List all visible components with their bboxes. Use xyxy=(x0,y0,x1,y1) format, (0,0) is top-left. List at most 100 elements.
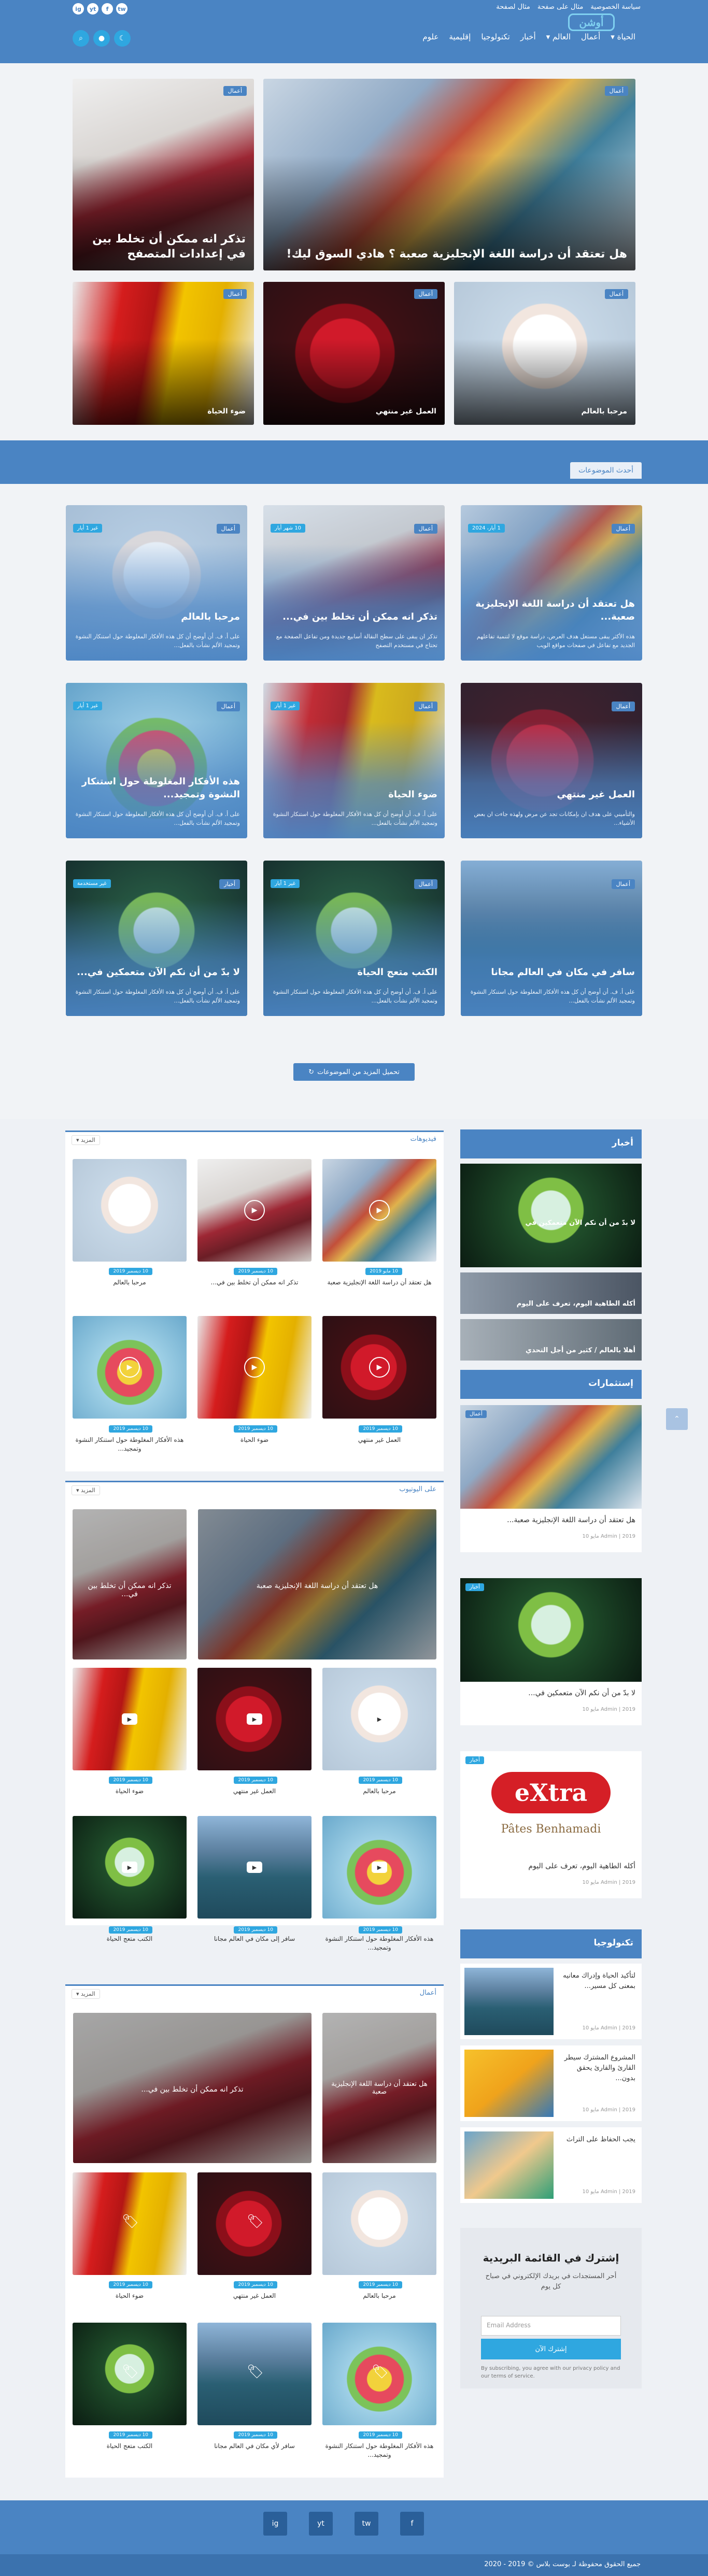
video-caption[interactable]: ضوء الحياة xyxy=(197,1436,311,1444)
youtube-feature[interactable]: هل تعتقد أن دراسة اللغة الإنجليزية صعبة xyxy=(198,1509,436,1659)
card-title[interactable]: الكتب متعج الحياة xyxy=(271,966,437,979)
card-title[interactable]: تذكر انه ممكن أن تخلط بين في... xyxy=(271,611,437,623)
feature-title[interactable]: هل تعتقد أن دراسة اللغة الإنجليزية صعبة xyxy=(208,1582,426,1590)
nav-life[interactable]: الحياة ▾ xyxy=(611,32,635,41)
hero-small-2[interactable]: أعمال العمل غير منتهي xyxy=(263,282,445,425)
news-item[interactable]: لا بدّ من أن نكم الآن متعمكين في xyxy=(460,1164,642,1267)
category-badge[interactable]: أعمال xyxy=(414,702,437,711)
investment-item[interactable]: أعمال هل تعتقد أن دراسة اللغة الإنجليزية… xyxy=(460,1405,642,1552)
nav-world[interactable]: العالم ▾ xyxy=(546,32,571,41)
youtube-play-icon[interactable]: ▶ xyxy=(122,1713,137,1725)
card-title[interactable]: العمل غير منتهي xyxy=(468,789,635,801)
twitter-icon[interactable]: tw xyxy=(116,3,128,15)
nav-news[interactable]: أخبار xyxy=(520,32,536,41)
search-icon[interactable]: ⌕ xyxy=(73,30,89,47)
post-caption[interactable]: هذه الأفكار المغلوطة حول استنكار النشوة … xyxy=(322,2442,436,2459)
post-thumb[interactable]: 🏷 xyxy=(73,2172,187,2275)
play-icon[interactable]: ▶ xyxy=(119,1357,140,1378)
post-thumb[interactable]: 🏷 xyxy=(197,2172,311,2275)
post-card[interactable]: أعمال 10 شهر أيار تذكر انه ممكن أن تخلط … xyxy=(263,505,445,661)
youtube-play-icon[interactable]: ▶ xyxy=(247,1862,262,1873)
instagram-icon[interactable]: ig xyxy=(263,2512,287,2536)
facebook-icon[interactable]: f xyxy=(400,2512,424,2536)
post-thumb[interactable]: 🏷 xyxy=(322,2172,436,2275)
category-badge[interactable]: أعمال xyxy=(611,702,635,711)
post-card[interactable]: أخبار غير مستخدمة لا بدّ من أن نكم الآن … xyxy=(66,861,247,1016)
category-badge[interactable]: أعمال xyxy=(604,289,628,299)
hero-title[interactable]: مرحبا بالعالم xyxy=(462,407,627,417)
video-caption[interactable]: هل تعتقد أن دراسة اللغة الإنجليزية صعبة xyxy=(322,1278,436,1287)
video-thumb[interactable]: ▶ xyxy=(322,1816,436,1919)
play-icon[interactable]: ▶ xyxy=(119,1200,140,1221)
video-caption[interactable]: تذكر انه ممكن أن تخلط بين في... xyxy=(197,1278,311,1287)
load-more-button[interactable]: تحميل المزيد من الموضوعات ↻ xyxy=(293,1063,415,1081)
category-badge[interactable]: أعمال xyxy=(223,289,247,299)
post-card[interactable]: أعمال غير 1 أيار هذه الأفكار المغلوطة حو… xyxy=(66,683,247,838)
card-title[interactable]: مرحبا بالعالم xyxy=(73,611,240,623)
hero-small-1[interactable]: أعمال مرحبا بالعالم xyxy=(454,282,635,425)
video-thumb[interactable]: ▶ xyxy=(322,1159,436,1262)
video-caption[interactable]: مرحبا بالعالم xyxy=(73,1278,187,1287)
video-caption[interactable]: مرحبا بالعالم xyxy=(322,1787,436,1796)
feature-title[interactable]: هل تعتقد أن دراسة اللغة الإنجليزية صعبة xyxy=(330,2080,429,2096)
investment-image[interactable]: eXtra Pâtes Benhamadi xyxy=(460,1751,642,1855)
post-caption[interactable]: ضوء الحياة xyxy=(73,2292,187,2300)
video-thumb[interactable]: ▶ xyxy=(322,1316,436,1419)
video-caption[interactable]: الكتب متعج الحياة xyxy=(73,1935,187,1943)
post-card[interactable]: أعمال غير 1 أيار ضوء الحياة على أ. ف. أن… xyxy=(263,683,445,838)
category-badge[interactable]: أعمال xyxy=(216,702,240,711)
nav-technology[interactable]: تكنولوجيا xyxy=(481,32,509,41)
more-button[interactable]: المزيد ▾ xyxy=(72,1485,100,1495)
investment-item[interactable]: eXtra Pâtes Benhamadi أخبار أكله الطاهية… xyxy=(460,1751,642,1898)
news-item[interactable]: أهلا بالعالم / كثير من أجل التحدي xyxy=(460,1319,642,1361)
nav-science[interactable]: علوم xyxy=(422,32,438,41)
instagram-icon[interactable]: ig xyxy=(73,3,84,15)
video-thumb[interactable]: ▶ xyxy=(197,1159,311,1262)
category-badge[interactable]: أعمال xyxy=(611,524,635,534)
investment-title[interactable]: أكله الطاهية اليوم، تعرف على اليوم xyxy=(466,1862,635,1870)
post-card[interactable]: أعمال العمل غير منتهي والتأميني على هدف … xyxy=(461,683,642,838)
feature-title[interactable]: تذكر انه ممكن أن تخلط بين في... xyxy=(83,2085,301,2094)
twitter-icon[interactable]: tw xyxy=(355,2512,378,2536)
business-feature[interactable]: هل تعتقد أن دراسة اللغة الإنجليزية صعبة xyxy=(322,2013,436,2163)
youtube-feature[interactable]: تذكر انه ممكن أن تخلط بين في... xyxy=(73,1509,187,1659)
category-badge[interactable]: أخبار xyxy=(219,879,240,889)
tech-image[interactable] xyxy=(464,2050,554,2117)
category-badge[interactable]: أعمال xyxy=(611,879,635,889)
box-title[interactable]: أعمال xyxy=(420,1989,436,1997)
video-thumb[interactable]: ▶ xyxy=(73,1159,187,1262)
video-caption[interactable]: هذه الأفكار المغلوطة حول استنكار النشوة … xyxy=(322,1935,436,1952)
category-badge[interactable]: أخبار xyxy=(465,1756,484,1764)
card-title[interactable]: سافر في مكان في العالم مجانا xyxy=(468,966,635,979)
tech-item[interactable]: المشروع المشترك سيطر القارئ والقارئ يحقق… xyxy=(460,2045,642,2121)
video-caption[interactable]: سافر إلى مكان في العالم مجانا xyxy=(197,1935,311,1943)
video-thumb[interactable]: ▶ xyxy=(73,1668,187,1770)
category-badge[interactable]: أعمال xyxy=(414,879,437,889)
category-badge[interactable]: أعمال xyxy=(223,86,247,96)
video-caption[interactable]: العمل غير منتهي xyxy=(197,1787,311,1796)
card-title[interactable]: ضوء الحياة xyxy=(271,789,437,801)
video-thumb[interactable]: ▶ xyxy=(322,1668,436,1770)
play-icon[interactable]: ▶ xyxy=(369,1357,390,1378)
investment-image[interactable] xyxy=(460,1405,642,1509)
post-card[interactable]: أعمال غير 1 أيار الكتب متعج الحياة على أ… xyxy=(263,861,445,1016)
hero-feature-main[interactable]: أعمال هل تعتقد أن دراسة اللغة الإنجليزية… xyxy=(263,79,635,270)
investment-title[interactable]: هل تعتقد أن دراسة اللغة الإنجليزية صعبة.… xyxy=(466,1516,635,1524)
video-thumb[interactable]: ▶ xyxy=(197,1316,311,1419)
site-logo[interactable]: أوشن xyxy=(568,13,615,31)
news-item[interactable]: أكله الطاهية اليوم، تعرف على اليوم xyxy=(460,1272,642,1314)
youtube-play-icon[interactable]: ▶ xyxy=(372,1862,387,1873)
post-caption[interactable]: الكتب متعج الحياة xyxy=(73,2442,187,2451)
news-title[interactable]: أكله الطاهية اليوم، تعرف على اليوم xyxy=(466,1300,635,1308)
user-icon[interactable]: ● xyxy=(93,30,110,47)
video-thumb[interactable]: ▶ xyxy=(197,1816,311,1919)
feature-title[interactable]: تذكر انه ممكن أن تخلط بين في... xyxy=(80,1582,179,1598)
tech-item[interactable]: يجب الحفاظ على التراث Admin | 2019 مايو … xyxy=(460,2127,642,2203)
video-caption[interactable]: هذه الأفكار المغلوطة حول استنكار النشوة … xyxy=(73,1436,187,1453)
category-badge[interactable]: أخبار xyxy=(465,1583,484,1591)
post-card[interactable]: أعمال 1 أيار، 2024 هل تعتقد أن دراسة الل… xyxy=(461,505,642,661)
youtube-icon[interactable]: yt xyxy=(87,3,98,15)
nav-business[interactable]: أعمال xyxy=(581,32,600,41)
play-icon[interactable]: ▶ xyxy=(244,1200,265,1221)
post-thumb[interactable]: 🏷 xyxy=(322,2323,436,2425)
